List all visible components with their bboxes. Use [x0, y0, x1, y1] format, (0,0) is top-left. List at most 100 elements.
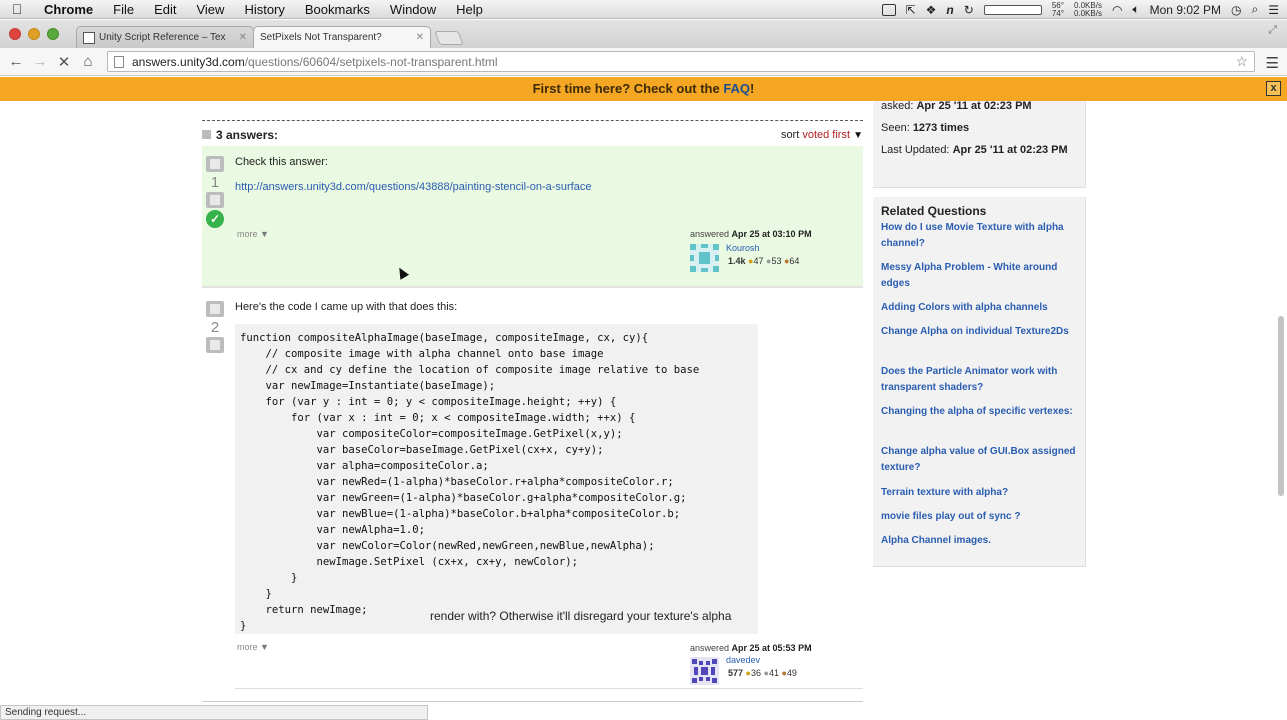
cursor-tray-icon[interactable]: ⇱	[906, 3, 916, 17]
browser-toolbar: ← → ✕ ⌂ answers.unity3d.com /questions/6…	[0, 48, 1287, 76]
time-machine-icon[interactable]: ◷	[1231, 3, 1241, 17]
temp-2: 74°	[1051, 8, 1064, 18]
more-menu[interactable]: more ▼	[237, 229, 269, 239]
more-label: more	[237, 229, 258, 239]
answer-3-text: render with? Otherwise it'll disregard y…	[430, 609, 732, 623]
clock[interactable]: Mon 9:02 PM	[1150, 3, 1221, 17]
page-scrollbar[interactable]	[1278, 316, 1284, 496]
banner-text: First time here? Check out the	[532, 81, 724, 96]
user-reputation: 577	[728, 668, 744, 678]
address-bar[interactable]: answers.unity3d.com /questions/60604/set…	[107, 51, 1255, 72]
dropbox-tray-icon[interactable]: ❖	[926, 3, 937, 17]
menu-help[interactable]: Help	[446, 2, 493, 17]
vote-up-icon[interactable]	[206, 301, 224, 317]
answers-count: 3 answers:	[216, 128, 279, 142]
related-questions-box: Related Questions How do I use Movie Tex…	[873, 197, 1086, 567]
home-button[interactable]: ⌂	[76, 53, 100, 70]
tab-unity-script-reference[interactable]: Unity Script Reference – Tex ✕	[76, 26, 254, 48]
menu-history[interactable]: History	[234, 2, 294, 17]
related-question-link[interactable]: How do I use Movie Texture with alpha ch…	[881, 220, 1081, 252]
menu-bookmarks[interactable]: Bookmarks	[295, 2, 380, 17]
related-question-link[interactable]: Adding Colors with alpha channels	[881, 300, 1081, 316]
answer-link[interactable]: http://answers.unity3d.com/questions/438…	[235, 181, 591, 193]
battery-icon[interactable]	[983, 4, 1042, 15]
more-dropdown-icon: ▼	[260, 642, 269, 652]
related-question-link[interactable]: Change alpha value of GUI.Box assigned t…	[881, 444, 1081, 476]
accepted-check-icon[interactable]: ✓	[206, 210, 224, 228]
related-question-link[interactable]: Does the Particle Animator work with tra…	[881, 364, 1081, 396]
seen-row: Seen: 1273 times	[881, 121, 1081, 136]
sync-tray-icon[interactable]: ↻	[964, 3, 974, 17]
related-question-link[interactable]: movie files play out of sync ?	[881, 509, 1081, 525]
related-question-link[interactable]: Terrain texture with alpha?	[881, 485, 1081, 501]
user-avatar[interactable]	[690, 657, 719, 685]
url-path: /questions/60604/setpixels-not-transpare…	[244, 54, 498, 69]
user-stats: 1.4k ●47 ●53 ●64	[728, 256, 799, 266]
vote-count: 2	[210, 319, 220, 336]
sort-value[interactable]: voted first	[802, 129, 850, 141]
code-block: function compositeAlphaImage(baseImage, …	[235, 324, 758, 634]
tab-close-icon[interactable]: ✕	[235, 32, 247, 43]
status-bar: Sending request...	[0, 705, 428, 720]
answer-accepted: 1 ✓ Check this answer: http://answers.un…	[202, 146, 863, 288]
window-minimize-button[interactable]	[28, 28, 40, 40]
window-zoom-button[interactable]	[47, 28, 59, 40]
menu-chrome[interactable]: Chrome	[34, 2, 103, 17]
seen-label: Seen:	[881, 122, 913, 134]
answers-square-icon	[202, 130, 211, 139]
vote-up-icon[interactable]	[206, 156, 224, 172]
spotlight-icon[interactable]: ⌕	[1252, 2, 1259, 17]
question-meta-box: asked: Apr 25 '11 at 02:23 PM Seen: 1273…	[873, 101, 1086, 188]
tab-strip: Unity Script Reference – Tex ✕ SetPixels…	[0, 20, 1287, 48]
tab-setpixels[interactable]: SetPixels Not Transparent? ✕	[253, 26, 431, 48]
more-menu[interactable]: more ▼	[237, 642, 269, 652]
answered-prefix: answered	[690, 229, 732, 239]
related-question-link[interactable]: Changing the alpha of specific vertexes:	[881, 404, 1081, 420]
answer-divider	[235, 688, 863, 689]
wifi-icon[interactable]: ◠	[1112, 3, 1122, 17]
forward-button[interactable]: →	[28, 53, 52, 70]
user-name[interactable]: Kourosh	[726, 243, 760, 253]
user-stats: 577 ●36 ●41 ●49	[728, 668, 797, 678]
related-question-link[interactable]: Alpha Channel images.	[881, 533, 1081, 549]
faq-link[interactable]: FAQ	[723, 81, 750, 96]
page-icon	[114, 55, 124, 68]
related-title: Related Questions	[881, 204, 987, 218]
menu-window[interactable]: Window	[380, 2, 446, 17]
n-tray-icon[interactable]: n	[946, 3, 953, 17]
menu-file[interactable]: File	[103, 2, 144, 17]
notification-center-icon[interactable]: ☰	[1268, 3, 1279, 17]
chrome-menu-icon[interactable]: ☰	[1266, 54, 1279, 72]
seen-value: 1273 times	[912, 122, 970, 134]
related-question-link[interactable]: Messy Alpha Problem - White around edges	[881, 260, 1081, 292]
sort-dropdown-icon[interactable]: ▼	[853, 130, 863, 141]
volume-icon[interactable]: 🔈︎	[1132, 2, 1139, 17]
bookmark-star-icon[interactable]: ☆	[1235, 53, 1248, 70]
apple-menu-icon[interactable]: 	[0, 1, 34, 17]
related-question-link[interactable]: Change Alpha on individual Texture2Ds	[881, 324, 1081, 340]
net-down: 0.0KB/s	[1073, 8, 1102, 18]
page-content: 3 answers: sort voted first ▼ 1 ✓ Check …	[0, 101, 1287, 720]
menu-view[interactable]: View	[186, 2, 234, 17]
user-name[interactable]: davedev	[726, 655, 760, 665]
banner-close-button[interactable]: x	[1266, 81, 1281, 96]
sort-control[interactable]: sort voted first ▼	[781, 129, 863, 141]
tab-close-icon[interactable]: ✕	[412, 32, 424, 43]
url-host: answers.unity3d.com	[132, 54, 245, 69]
answered-info: answered Apr 25 at 03:10 PM	[690, 229, 812, 239]
silver-count: 41	[768, 668, 779, 678]
vote-down-icon[interactable]	[206, 192, 224, 208]
new-tab-button[interactable]	[434, 31, 464, 45]
menu-edit[interactable]: Edit	[144, 2, 186, 17]
tab-title: Unity Script Reference – Tex	[99, 32, 226, 43]
fullscreen-icon[interactable]: ⤢	[1268, 24, 1277, 37]
camera-tray-icon[interactable]	[881, 3, 896, 16]
vote-down-icon[interactable]	[206, 337, 224, 353]
answers-header: 3 answers: sort voted first ▼	[202, 128, 863, 144]
silver-count: 53	[771, 256, 782, 266]
divider	[202, 120, 863, 121]
back-button[interactable]: ←	[4, 53, 28, 70]
user-avatar[interactable]	[690, 244, 719, 272]
window-close-button[interactable]	[9, 28, 21, 40]
stop-button[interactable]: ✕	[52, 53, 76, 71]
